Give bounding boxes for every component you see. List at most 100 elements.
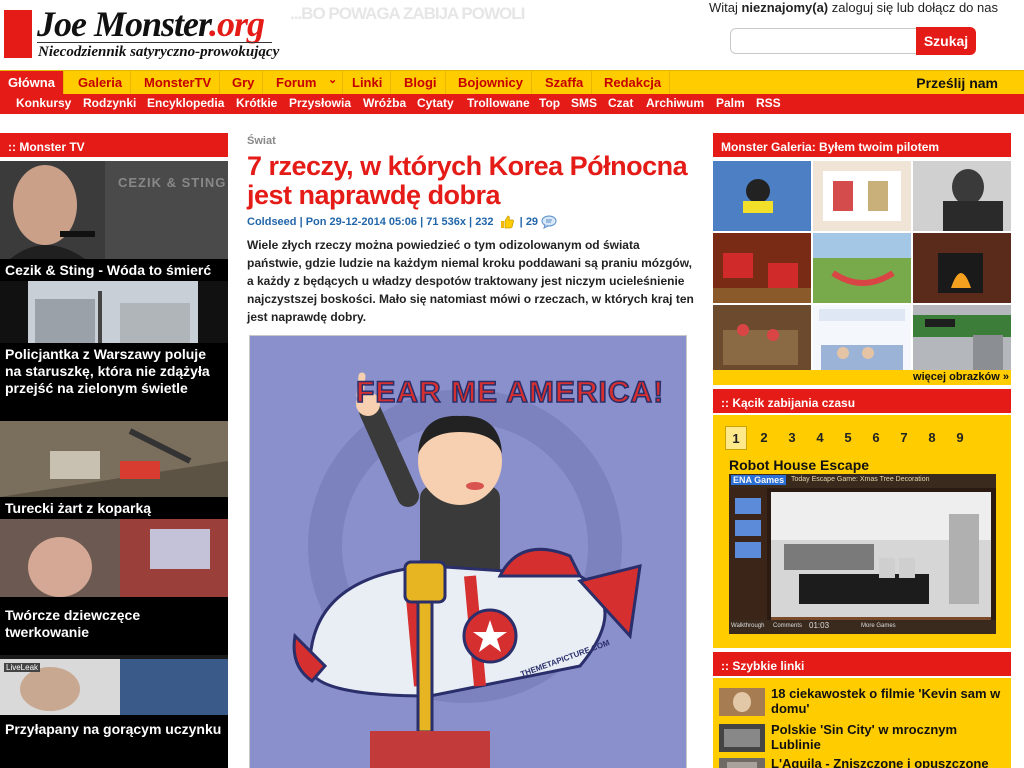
subnav-cytaty[interactable]: Cytaty xyxy=(417,94,454,114)
game-caption: Today Escape Game: Xmas Tree Decoration xyxy=(791,476,930,483)
subnav-rss[interactable]: RSS xyxy=(756,94,781,114)
quick-link-thumb[interactable] xyxy=(719,724,765,752)
games-heading: :: Kącik zabijania czasu xyxy=(713,385,1011,413)
gallery-thumb[interactable] xyxy=(813,161,911,231)
video-item[interactable]: Turecki żart z koparką xyxy=(0,421,228,519)
video-item[interactable]: Twórcze dziewczęce twerkowanie xyxy=(0,519,228,659)
quick-link-title[interactable]: L'Aquila - Zniszczone i opuszczone xyxy=(771,756,1007,768)
video-caption[interactable]: Policjantka z Warszawy poluje na starusz… xyxy=(0,343,228,421)
video-caption[interactable]: Przyłapany na gorącym uczynku xyxy=(0,715,228,768)
gallery-thumb[interactable] xyxy=(813,233,911,303)
subnav-archiwum[interactable]: Archiwum xyxy=(646,94,704,114)
article-likes: 232 xyxy=(475,215,494,228)
nav-item-blogi[interactable]: Blogi xyxy=(396,71,446,95)
logo-divider xyxy=(37,42,272,43)
game-screenshot[interactable]: ENA Games Today Escape Game: Xmas Tree D… xyxy=(729,474,996,634)
quick-link-thumb[interactable] xyxy=(719,758,765,768)
nav-item-gry[interactable]: Gry xyxy=(224,71,264,95)
article-comments[interactable]: 29 xyxy=(526,216,538,228)
nav-item-monstertv[interactable]: MonsterTV xyxy=(136,71,221,95)
monster-tv-heading: :: Monster TV xyxy=(0,129,228,157)
more-images-link[interactable]: więcej obrazków » xyxy=(713,370,1011,385)
subnav-sms[interactable]: SMS xyxy=(571,94,597,114)
article-author[interactable]: Coldseed xyxy=(247,216,297,228)
article-views: 71 536x xyxy=(426,215,466,228)
video-item[interactable]: LiveLeak Przyłapany na gorącym uczynku xyxy=(0,659,228,768)
welcome-prefix: Witaj xyxy=(708,0,738,15)
article-date: Pon 29-12-2014 05:06 xyxy=(305,215,418,228)
game-more[interactable]: More Games xyxy=(861,623,896,629)
video-caption[interactable]: Turecki żart z koparką xyxy=(0,497,228,519)
search-button[interactable]: Szukaj xyxy=(916,27,976,55)
quick-link[interactable]: L'Aquila - Zniszczone i opuszczone xyxy=(719,756,1009,768)
nav-item-bojownicy[interactable]: Bojownicy xyxy=(450,71,533,95)
quick-link[interactable]: Polskie 'Sin City' w mrocznym Lublinie xyxy=(719,722,1009,754)
gallery-thumb[interactable] xyxy=(813,305,911,375)
search-input[interactable] xyxy=(730,28,918,54)
welcome-bar: Witaj nieznajomy(a) zaloguj się lub dołą… xyxy=(709,0,998,15)
subnav-encyklopedia[interactable]: Encyklopedia xyxy=(147,94,224,114)
video-thumbnail[interactable] xyxy=(0,281,228,343)
game-comments[interactable]: Comments xyxy=(773,623,802,629)
nav-item-glowna[interactable]: Główna xyxy=(0,71,64,95)
gallery-heading[interactable]: Monster Galeria: Byłem twoim pilotem xyxy=(713,129,1011,157)
logo-tld: .org xyxy=(209,4,265,44)
video-caption[interactable]: Twórcze dziewczęce twerkowanie xyxy=(0,597,228,655)
gallery-thumb[interactable] xyxy=(713,305,811,375)
quick-link[interactable]: 18 ciekawostek o filmie 'Kevin sam w dom… xyxy=(719,686,1009,720)
video-overlay-text: LiveLeak xyxy=(4,663,41,672)
games-page-8[interactable]: 8 xyxy=(921,426,943,450)
video-item[interactable]: CEZIK & STING Cezik & Sting - Wóda to śm… xyxy=(0,161,228,281)
gallery-thumb[interactable] xyxy=(713,233,811,303)
quick-link-title[interactable]: Polskie 'Sin City' w mrocznym Lublinie xyxy=(771,722,1007,752)
subnav-czat[interactable]: Czat xyxy=(608,94,633,114)
nav-item-forum[interactable]: Forum ⌄ xyxy=(268,68,344,95)
games-page-9[interactable]: 9 xyxy=(949,426,971,450)
games-page-2[interactable]: 2 xyxy=(753,426,775,450)
gallery-grid xyxy=(713,161,1011,375)
subnav-przyslowia[interactable]: Przysłowia xyxy=(289,94,351,114)
gallery-thumb[interactable] xyxy=(913,161,1011,231)
quick-link-thumb[interactable] xyxy=(719,688,765,716)
games-page-5[interactable]: 5 xyxy=(837,426,859,450)
thumbs-up-icon[interactable] xyxy=(499,215,515,229)
video-item[interactable]: Policjantka z Warszawy poluje na starusz… xyxy=(0,281,228,421)
nav-item-redakcja[interactable]: Redakcja xyxy=(596,71,671,95)
login-link[interactable]: zaloguj się lub dołącz do nas xyxy=(832,0,998,15)
subnav-krotkie[interactable]: Krótkie xyxy=(236,94,277,114)
article-title[interactable]: 7 rzeczy, w których Korea Północna jest … xyxy=(247,152,697,210)
nav-item-linki[interactable]: Linki xyxy=(344,71,392,95)
send-us-link[interactable]: Prześlij nam xyxy=(916,71,998,95)
subnav-rodzynki[interactable]: Rodzynki xyxy=(83,94,136,114)
games-page-7[interactable]: 7 xyxy=(893,426,915,450)
article-image[interactable]: FEAR ME AMERICA! THEMETAPICTURE.COM xyxy=(249,335,687,768)
game-brand: ENA Games xyxy=(731,475,787,485)
chevron-down-icon[interactable]: ⌄ xyxy=(328,68,337,92)
subnav-wrozba[interactable]: Wróżba xyxy=(363,94,406,114)
gallery-thumb[interactable] xyxy=(713,161,811,231)
video-thumbnail[interactable] xyxy=(0,519,228,597)
article-meta: Coldseed | Pon 29-12-2014 05:06 | 71 536… xyxy=(247,215,557,229)
game-walkthrough[interactable]: Walkthrough xyxy=(731,623,764,629)
nav-item-szaffa[interactable]: Szaffa xyxy=(537,71,593,95)
subnav-konkursy[interactable]: Konkursy xyxy=(16,94,71,114)
logo-mark[interactable] xyxy=(4,10,32,58)
game-title[interactable]: Robot House Escape xyxy=(729,457,869,473)
subnav-palm[interactable]: Palm xyxy=(716,94,745,114)
gallery-thumb[interactable] xyxy=(913,233,1011,303)
gallery-thumb[interactable] xyxy=(913,305,1011,375)
article-category[interactable]: Świat xyxy=(247,135,276,147)
quick-link-title[interactable]: 18 ciekawostek o filmie 'Kevin sam w dom… xyxy=(771,686,1007,716)
video-caption[interactable]: Cezik & Sting - Wóda to śmierć xyxy=(0,259,228,281)
video-thumbnail[interactable] xyxy=(0,421,228,497)
comment-icon[interactable] xyxy=(541,215,557,229)
games-page-6[interactable]: 6 xyxy=(865,426,887,450)
subnav-top[interactable]: Top xyxy=(539,94,560,114)
games-page-4[interactable]: 4 xyxy=(809,426,831,450)
games-page-3[interactable]: 3 xyxy=(781,426,803,450)
subnav-trollowane[interactable]: Trollowane xyxy=(467,94,530,114)
site-tagline: Niecodziennik satyryczno-prowokujący xyxy=(38,44,280,60)
site-logo[interactable]: Joe Monster.org xyxy=(37,4,265,44)
nav-item-galeria[interactable]: Galeria xyxy=(70,71,132,95)
games-page-1[interactable]: 1 xyxy=(725,426,747,450)
